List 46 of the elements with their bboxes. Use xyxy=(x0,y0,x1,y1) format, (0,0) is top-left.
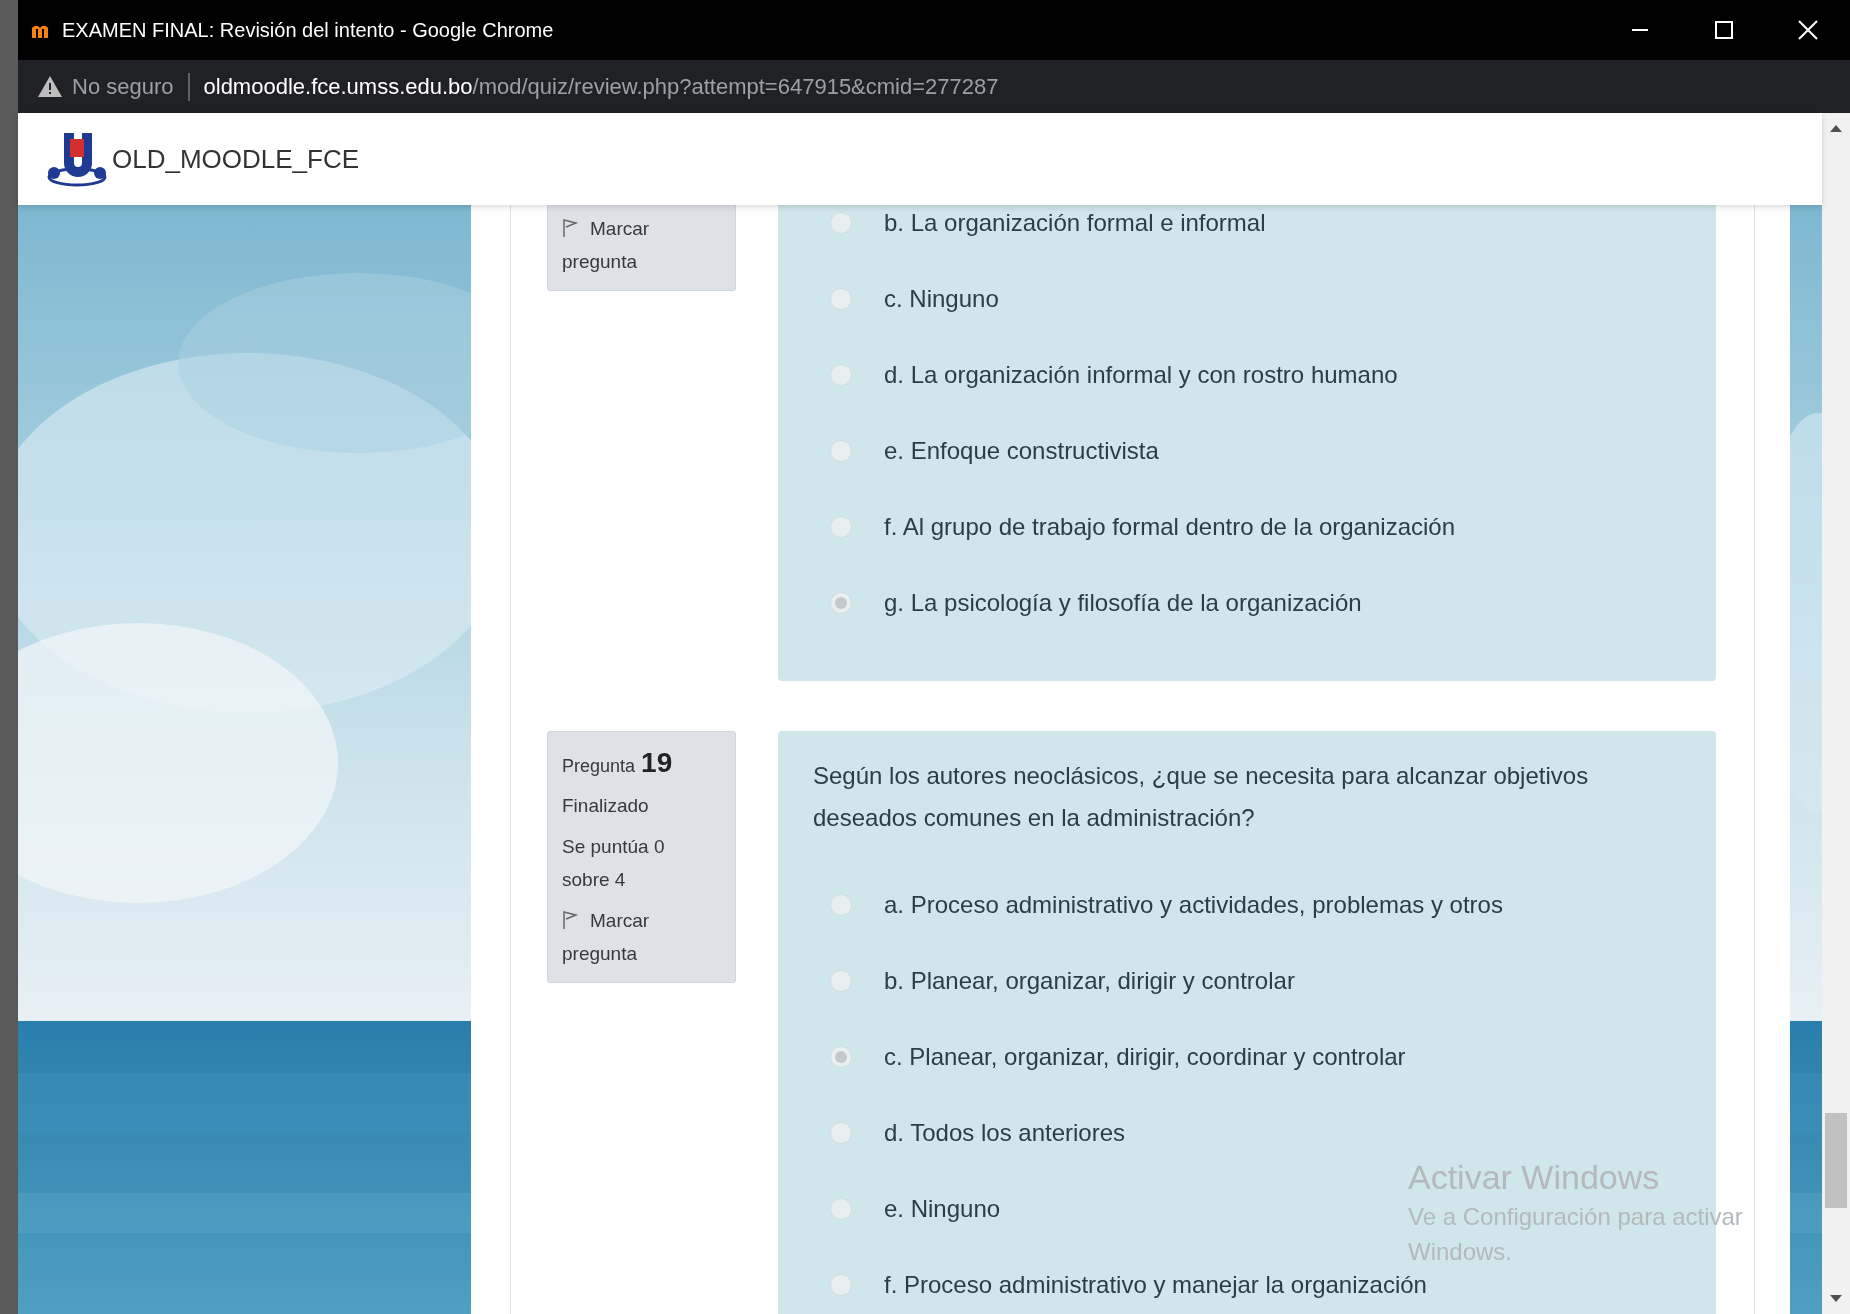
answer-option: a. Proceso administrativo y actividades, problemas y otros xyxy=(884,887,1503,923)
flag-question-link[interactable]: Marcar pregunta xyxy=(562,904,695,970)
answer-option: b. La organización formal e informal xyxy=(884,205,1266,241)
minimize-icon xyxy=(1632,29,1648,31)
radio-button[interactable] xyxy=(830,516,852,538)
radio-button[interactable] xyxy=(830,212,852,234)
radio-button[interactable] xyxy=(830,1274,852,1296)
radio-button[interactable] xyxy=(830,894,852,916)
url-text: oldmoodle.fce.umss.edu.bo/mod/quiz/review.php?attempt=647915&cmid=277287 xyxy=(203,73,999,101)
answer-option: f. Al grupo de trabajo formal dentro de la organización xyxy=(884,509,1456,545)
answer-option: b. Planear, organizar, dirigir y controlar xyxy=(884,963,1295,999)
answer-option: e. Ninguno xyxy=(884,1191,1001,1227)
radio-button[interactable] xyxy=(830,1046,852,1068)
radio-button[interactable] xyxy=(830,1198,852,1220)
radio-button[interactable] xyxy=(830,440,852,462)
radio-button[interactable] xyxy=(830,364,852,386)
answer-option: d. La organización informal y con rostro humano xyxy=(884,357,1398,393)
scroll-down-icon xyxy=(1830,1295,1842,1302)
security-label: No seguro xyxy=(72,73,174,101)
radio-button[interactable] xyxy=(830,288,852,310)
radio-button[interactable] xyxy=(830,970,852,992)
answer-option: f. Proceso administrativo y manejar la organización xyxy=(884,1267,1427,1303)
answer-option: g. La psicología y filosofía de la organización xyxy=(884,585,1362,621)
flag-icon xyxy=(562,218,578,238)
answer-option: e. Enfoque constructivista xyxy=(884,433,1159,469)
question-label: Pregunta xyxy=(562,756,636,776)
flag-question-link[interactable]: Marcar pregunta xyxy=(562,212,695,278)
scrollbar[interactable] xyxy=(1822,113,1850,1314)
flag-icon xyxy=(562,910,578,930)
close-icon xyxy=(1798,20,1818,40)
radio-button[interactable] xyxy=(830,592,852,614)
warning-icon xyxy=(38,76,62,97)
radio-button[interactable] xyxy=(830,1122,852,1144)
scroll-up-icon xyxy=(1830,125,1842,132)
answer-option: c. Ninguno xyxy=(884,281,999,317)
question-grade: Se puntúa 0 sobre 4 xyxy=(562,835,666,892)
answer-option: c. Planear, organizar, dirigir, coordinar y controlar xyxy=(884,1039,1406,1075)
question-status: Finalizado xyxy=(562,794,650,818)
answer-option: d. Todos los anteriores xyxy=(884,1115,1126,1151)
window-title: EXAMEN FINAL: Revisión del intento - Google Chrome xyxy=(62,18,554,43)
maximize-icon xyxy=(1715,21,1733,39)
site-name[interactable]: OLD_MOODLE_FCE xyxy=(112,139,360,179)
question-number: 19 xyxy=(641,747,673,778)
question-text: Según los autores neoclásicos, ¿que se necesita para alcanzar objetivos deseados comunes en la administración? xyxy=(813,761,1590,833)
address-bar[interactable]: No seguro oldmoodle.fce.umss.edu.bo/mod/quiz/review.php?attempt=647915&cmid=277287 xyxy=(18,60,1850,113)
scroll-thumb[interactable] xyxy=(1825,1113,1847,1208)
